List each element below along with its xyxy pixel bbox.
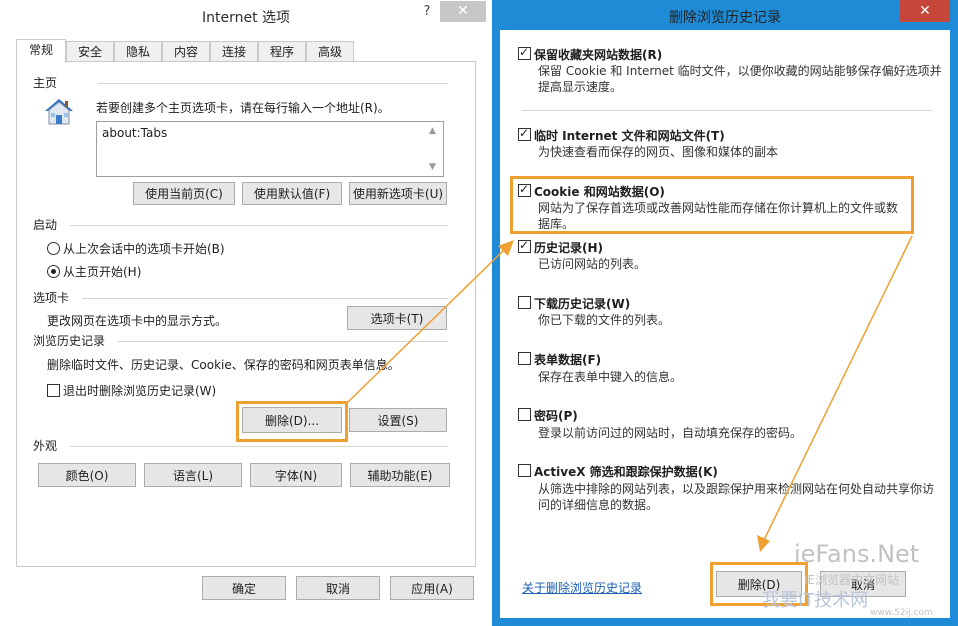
scroll-down-icon[interactable]: ▼ [429, 162, 436, 172]
use-default-button[interactable]: 使用默认值(F) [242, 182, 342, 205]
temp-files-label: 临时 Internet 文件和网站文件(T) [534, 129, 725, 143]
form-data-checkbox[interactable] [518, 352, 531, 365]
tabs-settings-button[interactable]: 选项卡(T) [347, 306, 447, 330]
cancel-button[interactable]: 取消 [296, 576, 380, 600]
history-section-label: 浏览历史记录 [33, 334, 106, 348]
internet-options-dialog: Internet 选项 ? ✕ 常规 安全 隐私 内容 连接 程序 高级 主页 … [0, 0, 492, 626]
appearance-section-label: 外观 [33, 439, 58, 453]
use-new-tab-button[interactable]: 使用新选项卡(U) [349, 182, 447, 205]
delete-on-exit-checkbox[interactable] [47, 384, 60, 397]
close-button[interactable]: ✕ [900, 0, 950, 22]
download-history-desc: 你已下载的文件的列表。 [538, 313, 671, 327]
form-data-desc: 保存在表单中键入的信息。 [538, 370, 683, 384]
home-page-address-input[interactable]: about:Tabs [96, 121, 444, 177]
cookies-checkbox[interactable] [518, 182, 531, 197]
house-icon [42, 96, 76, 128]
about-delete-history-link[interactable]: 关于删除浏览历史记录 [522, 579, 642, 596]
history-description: 删除临时文件、历史记录、Cookie、保存的密码和网页表单信息。 [47, 358, 400, 372]
radio-home-page-label: 从主页开始(H) [63, 265, 142, 279]
help-button[interactable]: ? [416, 2, 438, 22]
ok-button[interactable]: 确定 [202, 576, 286, 600]
passwords-label: 密码(P) [534, 409, 578, 423]
use-current-button[interactable]: 使用当前页(C) [133, 182, 235, 205]
fonts-button[interactable]: 字体(N) [250, 463, 342, 487]
divider [70, 225, 448, 226]
keep-favorites-label: 保留收藏夹网站数据(R) [534, 48, 663, 62]
tab-connections[interactable]: 连接 [210, 41, 258, 62]
home-section-label: 主页 [33, 76, 58, 90]
history-label: 历史记录(H) [534, 241, 604, 255]
keep-favorites-desc-line2: 提高显示速度。 [538, 80, 623, 94]
cookies-label: Cookie 和网站数据(O) [534, 185, 665, 199]
delete-browsing-history-dialog: 删除浏览历史记录 ✕ 保留收藏夹网站数据(R) 保留 Cookie 和 Inte… [492, 0, 958, 626]
divider [118, 341, 448, 342]
watermark-brand: ieFans.Net [794, 540, 920, 568]
home-description: 若要创建多个主页选项卡，请在每行输入一个地址(R)。 [96, 101, 390, 115]
activex-label: ActiveX 筛选和跟踪保护数据(K) [534, 465, 718, 479]
divider [522, 110, 932, 111]
passwords-checkbox[interactable] [518, 408, 531, 421]
cookies-desc-line1: 网站为了保存首选项或改善网站性能而存储在你计算机上的文件或数 [538, 201, 899, 215]
keep-favorites-checkbox[interactable] [518, 45, 531, 60]
colors-button[interactable]: 颜色(O) [38, 463, 136, 487]
radio-last-session-label: 从上次会话中的选项卡开始(B) [63, 242, 225, 256]
tabs-description: 更改网页在选项卡中的显示方式。 [47, 314, 228, 328]
divider [70, 446, 448, 447]
close-button[interactable]: ✕ [440, 1, 486, 22]
cookies-desc-line2: 据库。 [538, 217, 575, 231]
keep-favorites-desc-line1: 保留 Cookie 和 Internet 临时文件，以便你收藏的网站能够保存偏好… [538, 64, 942, 78]
download-history-label: 下载历史记录(W) [534, 297, 631, 311]
download-history-checkbox[interactable] [518, 296, 531, 309]
activex-desc-line1: 从筛选中排除的网站列表，以及跟踪保护用来检测网站在何处自动共享你访 [538, 482, 935, 496]
divider [82, 298, 448, 299]
divider [98, 83, 448, 84]
tab-programs[interactable]: 程序 [258, 41, 306, 62]
dialog-body: 保留收藏夹网站数据(R) 保留 Cookie 和 Internet 临时文件，以… [500, 30, 950, 618]
delete-on-exit-label: 退出时删除浏览历史记录(W) [63, 384, 217, 398]
radio-last-session[interactable] [47, 242, 60, 255]
tabs-section-label: 选项卡 [33, 291, 70, 305]
tab-privacy[interactable]: 隐私 [114, 41, 162, 62]
home-page-address-value: about:Tabs [102, 126, 168, 140]
watermark-url: www.52ij.com [870, 608, 933, 618]
apply-button[interactable]: 应用(A) [390, 576, 474, 600]
startup-section-label: 启动 [33, 218, 58, 232]
activex-checkbox[interactable] [518, 464, 531, 477]
languages-button[interactable]: 语言(L) [144, 463, 242, 487]
history-checkbox[interactable] [518, 238, 531, 253]
temp-files-desc: 为快速查看而保存的网页、图像和媒体的副本 [538, 145, 779, 159]
history-settings-button[interactable]: 设置(S) [349, 408, 447, 432]
watermark-bottom: 我要IT技术网 [762, 590, 869, 611]
radio-home-page[interactable] [47, 265, 60, 278]
tab-advanced[interactable]: 高级 [306, 41, 354, 62]
delete-history-button[interactable]: 删除(D)... [242, 407, 342, 433]
form-data-label: 表单数据(F) [534, 353, 602, 367]
temp-files-checkbox[interactable] [518, 126, 531, 141]
activex-desc-line2: 问的详细信息的数据。 [538, 498, 659, 512]
tab-content[interactable]: 内容 [162, 41, 210, 62]
scroll-up-icon[interactable]: ▲ [429, 126, 436, 136]
passwords-desc: 登录以前访问过的网站时，自动填充保存的密码。 [538, 426, 803, 440]
dialog-title: 删除浏览历史记录 [669, 10, 781, 26]
tab-general[interactable]: 常规 [16, 39, 66, 63]
accessibility-button[interactable]: 辅助功能(E) [350, 463, 450, 487]
history-desc: 已访问网站的列表。 [538, 257, 647, 271]
tab-security[interactable]: 安全 [66, 41, 114, 62]
